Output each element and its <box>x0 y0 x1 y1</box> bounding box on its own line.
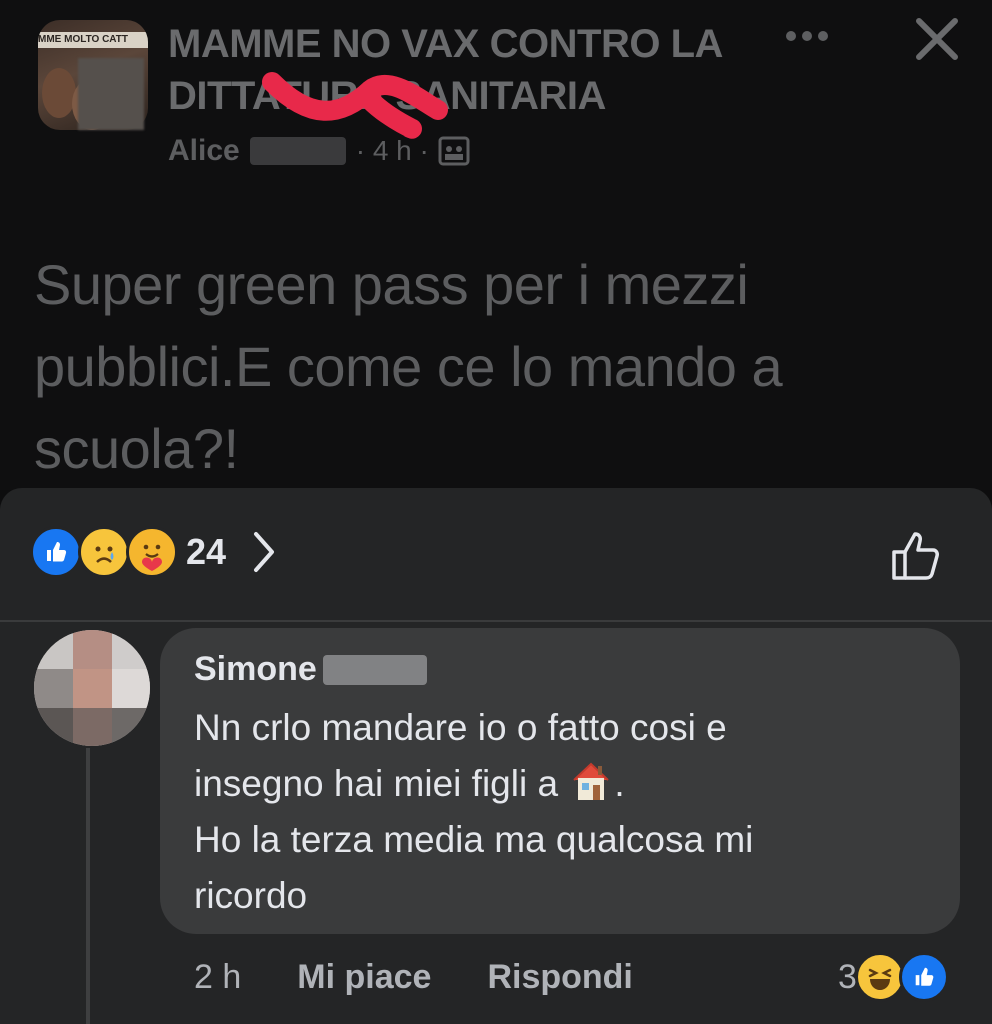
blurred-surname <box>249 137 346 165</box>
post-text: Super green pass per i mezzi pubblici.E … <box>34 253 783 480</box>
divider <box>0 620 992 622</box>
commenter-avatar[interactable] <box>34 630 150 746</box>
chevron-right-icon[interactable] <box>252 530 276 574</box>
like-icon <box>30 526 82 578</box>
comment-reactions[interactable]: 3 <box>838 950 949 1004</box>
house-emoji-icon <box>573 762 610 800</box>
blurred-surname <box>322 654 427 685</box>
like-icon <box>898 952 949 1002</box>
sad-icon <box>78 526 130 578</box>
group-privacy-icon <box>438 136 470 166</box>
comment-like-button[interactable]: Mi piace <box>297 958 431 997</box>
comment-bubble[interactable]: Simone Nn crlo mandare io o fatto cosi e… <box>160 628 960 934</box>
post-timestamp: · 4 h · <box>355 135 429 166</box>
post-background: MME MOLTO CATT MAMME NO VAX CONTRO LA DI… <box>0 0 992 490</box>
group-avatar-banner: MME MOLTO CATT <box>38 32 148 48</box>
post-author-line: Alice · 4 h · <box>168 130 471 172</box>
comment-text: Nn crlo mandare io o fatto cosi e insegn… <box>194 700 934 924</box>
comment-line: insegno hai miei figli a . <box>194 756 934 812</box>
comment-line-part: insegno hai miei figli a <box>194 763 559 804</box>
commenter-name[interactable]: Simone <box>194 650 317 689</box>
thread-line <box>86 748 90 1024</box>
avatar-face <box>42 68 76 118</box>
reactions-summary[interactable]: 24 <box>30 524 276 580</box>
like-post-button[interactable] <box>888 526 948 586</box>
post-author-name[interactable]: Alice <box>168 134 240 168</box>
commenter-name-row: Simone <box>194 650 427 689</box>
care-icon <box>126 526 178 578</box>
comment-line: Ho la terza media ma qualcosa mi <box>194 819 754 860</box>
comment-line-part: . <box>614 763 625 804</box>
comment-actions: 2 h Mi piace Rispondi <box>194 950 633 1004</box>
close-icon[interactable] <box>914 16 960 62</box>
reaction-count: 24 <box>186 531 227 572</box>
more-options-icon[interactable] <box>782 24 832 48</box>
haha-icon <box>854 952 905 1002</box>
comment-line: ricordo <box>194 875 308 916</box>
comment-line: Nn crlo mandare io o fatto cosi e <box>194 707 727 748</box>
pixelated-censor <box>78 58 144 130</box>
comment-timestamp: 2 h <box>194 957 242 996</box>
comment-reply-button[interactable]: Rispondi <box>487 958 632 997</box>
